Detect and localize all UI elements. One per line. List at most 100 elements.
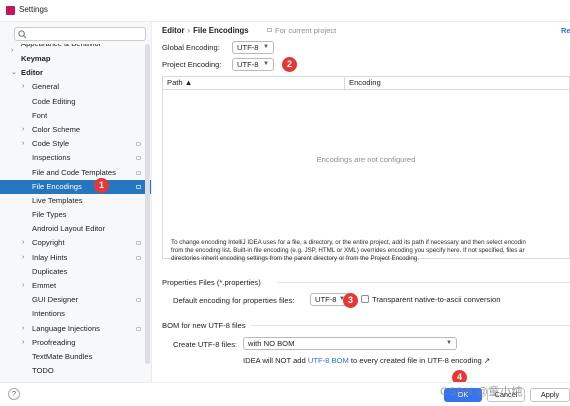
sidebar-scrollbar[interactable] — [145, 44, 150, 364]
sidebar-item-intentions[interactable]: Intentions — [0, 307, 151, 321]
global-encoding-label: Global Encoding: — [162, 43, 220, 52]
title-bar: Settings — [0, 0, 570, 22]
sidebar-item-language-injections[interactable]: › Language Injections — [0, 322, 151, 336]
project-scope-icon — [136, 326, 141, 331]
encoding-help-text: To change encoding IntelliJ IDEA uses fo… — [171, 239, 570, 263]
chevron-right-icon[interactable]: › — [22, 279, 24, 293]
sidebar-item-todo[interactable]: TODO — [0, 364, 151, 378]
sidebar-item-label: Appearance & Behavior — [21, 44, 101, 51]
global-encoding-select[interactable]: UTF-8 ▼ — [232, 41, 274, 54]
chevron-down-icon[interactable]: ⌄ — [11, 66, 17, 80]
help-line: directories inherit encoding settings fr… — [171, 255, 419, 262]
sidebar-item-inspections[interactable]: Inspections — [0, 151, 151, 165]
table-header: Path ▲ Encoding — [163, 77, 569, 90]
search-input[interactable] — [14, 27, 146, 41]
help-line: To change encoding IntelliJ IDEA uses fo… — [171, 239, 526, 246]
sidebar-item-appearance-behavior[interactable]: › Appearance & Behavior — [0, 44, 151, 52]
search-icon — [18, 30, 27, 39]
bom-section-title: BOM for new UTF-8 files — [162, 321, 246, 330]
app-icon — [6, 6, 15, 15]
chevron-right-icon[interactable]: › — [22, 251, 24, 265]
chevron-right-icon[interactable]: › — [22, 123, 24, 137]
project-scope-icon — [267, 28, 272, 32]
chevron-down-icon: ▼ — [263, 44, 269, 50]
project-encoding-value: UTF-8 — [237, 60, 259, 69]
column-encoding[interactable]: Encoding — [344, 77, 570, 90]
sidebar-item-general[interactable]: › General — [0, 80, 151, 94]
reset-link[interactable]: Re — [561, 26, 570, 35]
sidebar-item-textmate-bundles[interactable]: TextMate Bundles — [0, 350, 151, 364]
project-scope-icon — [136, 170, 141, 175]
step-badge-1: 1 — [94, 178, 109, 193]
file-encodings-table[interactable]: Path ▲ Encoding Encodings are not config… — [162, 76, 570, 259]
chevron-down-icon: ▼ — [263, 61, 269, 67]
main-panel: Editor › File Encodings For current projec… — [153, 22, 570, 382]
scope-hint: For current project — [267, 26, 336, 35]
properties-section-title: Properties Files (*.properties) — [162, 278, 261, 287]
sidebar-item-label: Copyright — [32, 238, 65, 248]
column-path[interactable]: Path ▲ — [163, 77, 344, 90]
breadcrumb-separator: › — [187, 26, 191, 35]
breadcrumb-parent[interactable]: Editor — [162, 26, 185, 35]
sidebar-item-label: Color Scheme — [32, 124, 81, 134]
sidebar-item-emmet[interactable]: › Emmet — [0, 279, 151, 293]
bom-note: IDEA will NOT add UTF-8 BOM to every cre… — [243, 356, 490, 365]
bom-select[interactable]: with NO BOM ▼ — [243, 337, 457, 350]
chevron-down-icon: ▼ — [446, 340, 452, 346]
chevron-right-icon[interactable]: › — [22, 80, 24, 94]
transparent-ascii-checkbox[interactable] — [361, 295, 369, 303]
project-scope-icon — [136, 298, 141, 303]
project-scope-icon — [136, 255, 141, 260]
utf8-bom-link[interactable]: UTF-8 BOM — [308, 356, 349, 365]
sidebar-item-duplicates[interactable]: Duplicates — [0, 265, 151, 279]
sidebar-item-label: Inlay Hints — [32, 252, 68, 262]
properties-encoding-label: Default encoding for properties files: — [173, 296, 295, 305]
sidebar-item-android-layout-editor[interactable]: Android Layout Editor — [0, 222, 151, 236]
chevron-right-icon[interactable]: › — [22, 137, 24, 151]
sidebar-item-editor[interactable]: ⌄ Editor — [0, 66, 151, 80]
sidebar-item-label: Intentions — [32, 309, 65, 319]
sidebar-item-file-and-code-templates[interactable]: File and Code Templates — [0, 166, 151, 180]
sidebar-item-label: TODO — [32, 366, 54, 376]
sidebar-item-label: Code Style — [32, 139, 70, 149]
empty-table-text: Encodings are not configured — [316, 155, 416, 164]
sidebar-item-keymap[interactable]: Keymap — [0, 52, 151, 66]
transparent-ascii-label[interactable]: Transparent native-to-ascii conversion — [372, 295, 500, 304]
sidebar-item-label: Code Editing — [32, 96, 76, 106]
sidebar-item-file-types[interactable]: File Types — [0, 208, 151, 222]
properties-encoding-value: UTF-8 — [315, 295, 337, 304]
project-encoding-select[interactable]: UTF-8 ▼ — [232, 58, 274, 71]
global-encoding-value: UTF-8 — [237, 43, 259, 52]
sidebar-item-copyright[interactable]: › Copyright — [0, 236, 151, 250]
section-divider — [277, 282, 570, 283]
chevron-right-icon[interactable]: › — [22, 322, 24, 336]
step-badge-2: 2 — [282, 57, 297, 72]
sidebar-item-label: Inspections — [32, 153, 71, 163]
window-title: Settings — [19, 5, 48, 14]
breadcrumb-current: File Encodings — [193, 26, 249, 35]
section-divider — [251, 325, 570, 326]
sidebar-item-label: TextMate Bundles — [32, 351, 93, 361]
bom-note-prefix: IDEA will NOT add — [243, 356, 306, 365]
help-icon[interactable]: ? — [8, 388, 20, 400]
project-scope-icon — [136, 142, 141, 147]
sidebar-item-code-style[interactable]: › Code Style — [0, 137, 151, 151]
sidebar-item-live-templates[interactable]: Live Templates — [0, 194, 151, 208]
bom-note-suffix: to every created file in UTF-8 encoding … — [350, 356, 491, 365]
sidebar-item-label: Proofreading — [32, 337, 76, 347]
apply-button[interactable]: Apply — [530, 388, 570, 402]
project-encoding-label: Project Encoding: — [162, 60, 222, 69]
sidebar-item-label: Font — [32, 110, 48, 120]
sidebar-item-font[interactable]: Font — [0, 109, 151, 123]
sidebar-item-code-editing[interactable]: Code Editing — [0, 95, 151, 109]
chevron-right-icon[interactable]: › — [22, 336, 24, 350]
sidebar-item-color-scheme[interactable]: › Color Scheme — [0, 123, 151, 137]
sidebar-item-file-encodings[interactable]: File Encodings — [0, 179, 151, 194]
sidebar-item-inlay-hints[interactable]: › Inlay Hints — [0, 251, 151, 265]
chevron-right-icon[interactable]: › — [11, 44, 13, 52]
chevron-right-icon[interactable]: › — [22, 236, 24, 250]
sidebar-item-label: Language Injections — [32, 323, 100, 333]
scope-label: For current project — [275, 26, 337, 35]
sidebar-item-gui-designer[interactable]: GUI Designer — [0, 293, 151, 307]
sidebar-item-proofreading[interactable]: › Proofreading — [0, 336, 151, 350]
